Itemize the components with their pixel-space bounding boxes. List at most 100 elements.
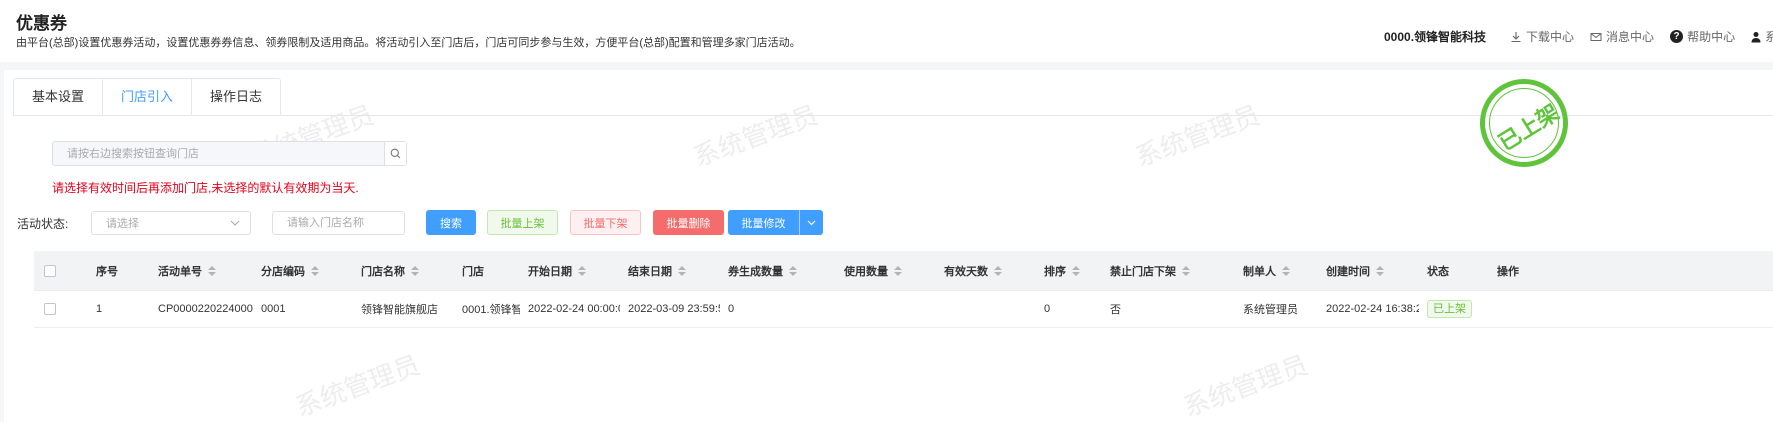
column-header[interactable]: 禁止门店下架 [1110,251,1190,290]
column-header[interactable]: 结束日期 [628,251,686,290]
download-center-link[interactable]: 下载中心 [1510,28,1574,45]
sort-icon[interactable] [1182,265,1190,276]
status-badge: 已上架 [1427,300,1472,318]
sort-icon[interactable] [894,265,902,276]
column-header[interactable]: 分店编码 [261,251,319,290]
column-header-label: 开始日期 [528,265,572,278]
watermark: 系统管理员 [1179,349,1312,422]
column-header-label: 门店名称 [361,265,405,278]
column-header-label: 禁止门店下架 [1110,265,1176,278]
column-header[interactable]: 有效天数 [944,251,1002,290]
cell-store-name: 领锋智能旗舰店 [361,304,438,316]
search-icon [390,148,401,159]
status-select-placeholder: 请选择 [106,218,139,230]
store-search-input[interactable] [53,142,384,165]
column-header: 门店 [462,251,484,290]
column-header-label: 有效天数 [944,265,988,278]
batch-delist-button[interactable]: 批量下架 [570,210,641,235]
sort-icon[interactable] [789,265,797,276]
cell-created-at: 2022-02-24 16:38:2 [1326,303,1419,315]
column-header-label: 使用数量 [844,265,888,278]
message-center-link[interactable]: 消息中心 [1590,28,1654,45]
row-checkbox-cell [44,291,56,327]
status-stamp: 已上架 [1480,79,1568,167]
tab-bar: 基本设置 门店引入 操作日志 [13,78,282,116]
mail-icon [1590,32,1602,41]
column-header: 状态 [1427,251,1449,290]
watermark: 系统管理员 [1131,99,1264,173]
user-icon [1751,31,1761,42]
cell-valid-days [944,291,1034,327]
help-center-link[interactable]: ? 帮助中心 [1670,28,1735,45]
cell-seq: 1 [96,303,103,315]
column-header[interactable]: 排序 [1044,251,1080,290]
cell-branch-code: 0001 [261,303,286,315]
status-filter-label: 活动状态: [17,217,69,231]
column-header-label: 操作 [1497,265,1519,278]
user-name: 系 [1765,30,1773,44]
column-header-label: 制单人 [1243,265,1276,278]
column-header-label: 排序 [1044,265,1066,278]
sort-icon[interactable] [1072,265,1080,276]
cell-start-date: 2022-02-24 00:00:0 [528,303,620,315]
cell-status: 已上架 [1427,291,1492,327]
company-name: 0000.领锋智能科技 [1384,30,1487,44]
table-header: 序号 活动单号 分店编码 门店名称 门店 开始日期 结束日期 券生成数量 使用数… [34,251,1773,291]
sort-icon[interactable] [994,265,1002,276]
column-header-label: 分店编码 [261,265,305,278]
top-right-bar: 0000.领锋智能科技 下载中心 消息中心 ? 帮助中心 系 [1384,28,1773,45]
status-stamp-text: 已上架 [1494,99,1564,156]
sort-icon[interactable] [1282,265,1290,276]
watermark: 系统管理员 [689,99,822,173]
column-header[interactable]: 制单人 [1243,251,1290,290]
column-header[interactable]: 门店名称 [361,251,419,290]
sort-icon[interactable] [208,265,216,276]
download-icon [1511,31,1521,42]
tab-operation-log[interactable]: 操作日志 [192,78,282,116]
select-all-checkbox[interactable] [44,264,56,277]
user-menu[interactable]: 系 [1751,28,1773,45]
batch-edit-dropdown-toggle[interactable] [799,210,823,235]
tab-store-import[interactable]: 门店引入 [103,78,193,116]
status-select[interactable]: 请选择 [91,211,251,235]
column-header[interactable]: 使用数量 [844,251,902,290]
store-name-input[interactable] [272,211,405,235]
sort-icon[interactable] [311,265,319,276]
tab-basic-settings[interactable]: 基本设置 [13,78,104,116]
column-header-label: 门店 [462,265,484,278]
cell-forbid-store-off: 否 [1110,304,1121,316]
page-header: 优惠券 由平台(总部)设置优惠券活动，设置优惠券券信息、领券限制及适用商品。将活… [0,0,1773,62]
store-search-box [52,141,407,166]
watermark: 系统管理员 [291,349,424,422]
cell-used-count [844,291,934,327]
batch-delete-button[interactable]: 批量删除 [653,210,724,235]
store-table: 序号 活动单号 分店编码 门店名称 门店 开始日期 结束日期 券生成数量 使用数… [34,251,1773,328]
sort-icon[interactable] [1376,265,1384,276]
column-header-label: 创建时间 [1326,265,1370,278]
store-search-button[interactable] [384,142,406,165]
batch-edit-split-button: 批量修改 [728,210,823,235]
column-header[interactable]: 券生成数量 [728,251,797,290]
row-checkbox[interactable] [44,303,56,315]
help-icon: ? [1670,30,1684,43]
table-row[interactable]: 1 CP0000220224000 0001 领锋智能旗舰店 0001.领锋智 … [34,291,1773,328]
column-header[interactable]: 开始日期 [528,251,586,290]
sort-icon[interactable] [411,265,419,276]
column-header-label: 状态 [1427,265,1449,278]
search-button[interactable]: 搜索 [426,210,476,235]
page-description: 由平台(总部)设置优惠券活动，设置优惠券券信息、领券限制及适用商品。将活动引入至… [16,37,801,49]
column-header[interactable]: 活动单号 [158,251,216,290]
cell-creator: 系统管理员 [1243,304,1298,316]
chevron-down-icon [230,220,240,226]
page-title: 优惠券 [16,14,67,33]
sort-icon[interactable] [678,265,686,276]
sort-icon[interactable] [578,265,586,276]
batch-list-button[interactable]: 批量上架 [487,210,558,235]
cell-sort: 0 [1044,303,1051,315]
column-header[interactable]: 创建时间 [1326,251,1384,290]
validity-warning: 请选择有效时间后再添加门店,未选择的默认有效期为当天. [52,181,359,195]
batch-edit-button[interactable]: 批量修改 [728,215,799,231]
chevron-down-icon [807,220,816,225]
status-stamp-inner-ring: 已上架 [1489,88,1563,158]
column-header-label: 序号 [96,265,118,278]
